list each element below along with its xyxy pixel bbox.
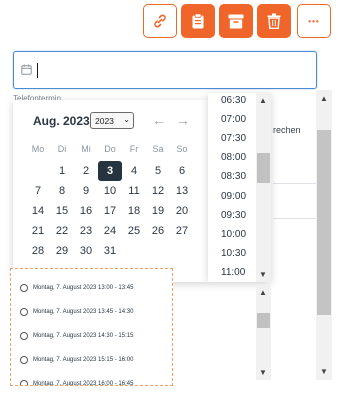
more-button[interactable]: •••	[297, 4, 331, 38]
time-slot-option[interactable]: Montag, 7. August 2023 13:45 - 14:30	[20, 308, 133, 316]
time-option[interactable]: 10:30	[221, 248, 246, 259]
time-option[interactable]: 08:00	[221, 152, 246, 163]
calendar-day[interactable]: 22	[50, 221, 74, 241]
weekday-label: So	[176, 144, 188, 154]
time-slot-label: Montag, 7. August 2023 13:45 - 14:30	[33, 309, 134, 315]
time-option[interactable]: 08:30	[221, 171, 246, 182]
background-partial-text: rechen	[273, 125, 301, 135]
calendar-day[interactable]: 23	[74, 221, 98, 241]
scroll-up-icon[interactable]: ▲	[320, 94, 328, 103]
calendar-day[interactable]: 5	[146, 161, 170, 181]
weekday-label: Fr	[129, 144, 139, 154]
calendar-day-selected[interactable]: 3	[98, 161, 122, 181]
time-slot-label: Montag, 7. August 2023 13:00 - 13:45	[33, 285, 134, 291]
time-option[interactable]: 09:30	[221, 210, 246, 221]
calendar-day[interactable]: 10	[98, 181, 122, 201]
calendar-day[interactable]: 6	[170, 161, 194, 181]
calendar-day[interactable]: 11	[122, 181, 146, 201]
prev-month-button[interactable]: ←	[152, 112, 166, 128]
clipboard-button[interactable]	[181, 4, 215, 38]
time-option[interactable]: 06:30	[221, 95, 246, 106]
year-select-value: 2023	[95, 116, 114, 126]
calendar-day[interactable]: 14	[26, 201, 50, 221]
calendar-day[interactable]: 20	[170, 201, 194, 221]
date-time-input[interactable]	[13, 51, 317, 89]
calendar-day[interactable]: 24	[98, 221, 122, 241]
calendar-day[interactable]: 8	[50, 181, 74, 201]
calendar-day[interactable]: 16	[74, 201, 98, 221]
calendar-day[interactable]: 1	[50, 161, 74, 181]
weekday-label: Do	[104, 144, 116, 154]
time-option[interactable]: 10:00	[221, 229, 246, 240]
slot-list-scrollbar[interactable]: ▲ ▼	[256, 285, 271, 380]
trash-icon	[267, 13, 281, 29]
calendar-day[interactable]: 15	[50, 201, 74, 221]
weekday-label: Sa	[152, 144, 164, 154]
time-slot-list: Montag, 7. August 2023 13:00 - 13:45 Mont…	[10, 268, 173, 386]
archive-icon	[228, 14, 244, 28]
radio-button[interactable]	[20, 332, 28, 340]
time-slot-option[interactable]: Montag, 7. August 2023 15:15 - 16:00	[20, 356, 133, 364]
radio-button[interactable]	[20, 284, 28, 292]
copy-link-button[interactable]	[143, 4, 177, 38]
page-scroll-thumb[interactable]	[317, 130, 331, 315]
calendar-day[interactable]: 27	[170, 221, 194, 241]
time-option[interactable]: 07:30	[221, 133, 246, 144]
time-list-scrollbar[interactable]: ▲ ▼	[256, 93, 271, 282]
calendar-day[interactable]: 28	[26, 241, 50, 261]
link-icon	[154, 14, 166, 28]
calendar-day[interactable]: 19	[146, 201, 170, 221]
time-slot-label: Montag, 7. August 2023 14:30 - 15:15	[33, 333, 134, 339]
calendar-day[interactable]: 2	[74, 161, 98, 181]
calendar-day[interactable]: 13	[170, 181, 194, 201]
time-slot-option[interactable]: Montag, 7. August 2023 16:00 - 16:45	[20, 380, 134, 386]
calendar-icon	[21, 64, 32, 75]
time-option[interactable]: 09:00	[221, 191, 246, 202]
background-field[interactable]	[273, 183, 318, 219]
chevron-down-icon: ⌄	[123, 115, 130, 124]
weekday-label: Di	[57, 144, 67, 154]
scroll-down-icon[interactable]: ▼	[259, 368, 267, 377]
calendar-day[interactable]: 29	[50, 241, 74, 261]
radio-button[interactable]	[20, 380, 28, 385]
calendar-popup: Aug. 2023 2023 ⌄ ← → Mo Di Mi Do Fr Sa So 1234…	[13, 100, 208, 282]
calendar-day[interactable]: 12	[146, 181, 170, 201]
scroll-down-icon[interactable]: ▼	[320, 367, 328, 376]
calendar-day[interactable]: 18	[122, 201, 146, 221]
calendar-day[interactable]: 7	[26, 181, 50, 201]
time-option[interactable]: 11:00	[221, 267, 245, 278]
scroll-up-icon[interactable]: ▲	[259, 96, 267, 105]
delete-button[interactable]	[257, 4, 291, 38]
archive-button[interactable]	[219, 4, 253, 38]
calendar-month-label: Aug. 2023	[33, 114, 90, 128]
time-list-popup: 06:30 07:00 07:30 08:00 08:30 09:00 09:30 10:00…	[208, 93, 271, 282]
calendar-day[interactable]: 9	[74, 181, 98, 201]
slot-scroll-thumb[interactable]	[257, 313, 270, 328]
calendar-day[interactable]: 26	[146, 221, 170, 241]
radio-button[interactable]	[20, 308, 28, 316]
next-month-button[interactable]: →	[176, 112, 190, 128]
time-scroll-thumb[interactable]	[257, 153, 270, 183]
scroll-up-icon[interactable]: ▲	[259, 288, 267, 297]
calendar-day[interactable]: 30	[74, 241, 98, 261]
time-slot-label: Montag, 7. August 2023 16:00 - 16:45	[33, 381, 134, 386]
more-icon: •••	[308, 16, 320, 26]
text-cursor	[37, 63, 38, 78]
scroll-down-icon[interactable]: ▼	[259, 270, 267, 279]
calendar-day[interactable]: 4	[122, 161, 146, 181]
clipboard-icon	[192, 13, 204, 29]
calendar-day[interactable]: 25	[122, 221, 146, 241]
year-select[interactable]: 2023 ⌄	[90, 112, 134, 129]
radio-button[interactable]	[20, 356, 28, 364]
time-option[interactable]: 07:00	[221, 114, 246, 125]
time-slot-option[interactable]: Montag, 7. August 2023 13:00 - 13:45	[20, 284, 133, 292]
time-slot-label: Montag, 7. August 2023 15:15 - 16:00	[33, 357, 134, 363]
calendar-day[interactable]: 17	[98, 201, 122, 221]
page-scrollbar[interactable]: ▲ ▼	[316, 90, 332, 380]
weekday-label: Mi	[81, 144, 91, 154]
calendar-day[interactable]: 21	[26, 221, 50, 241]
calendar-day[interactable]: 31	[98, 241, 122, 261]
time-slot-option[interactable]: Montag, 7. August 2023 14:30 - 15:15	[20, 332, 133, 340]
weekday-label: Mo	[31, 144, 45, 154]
